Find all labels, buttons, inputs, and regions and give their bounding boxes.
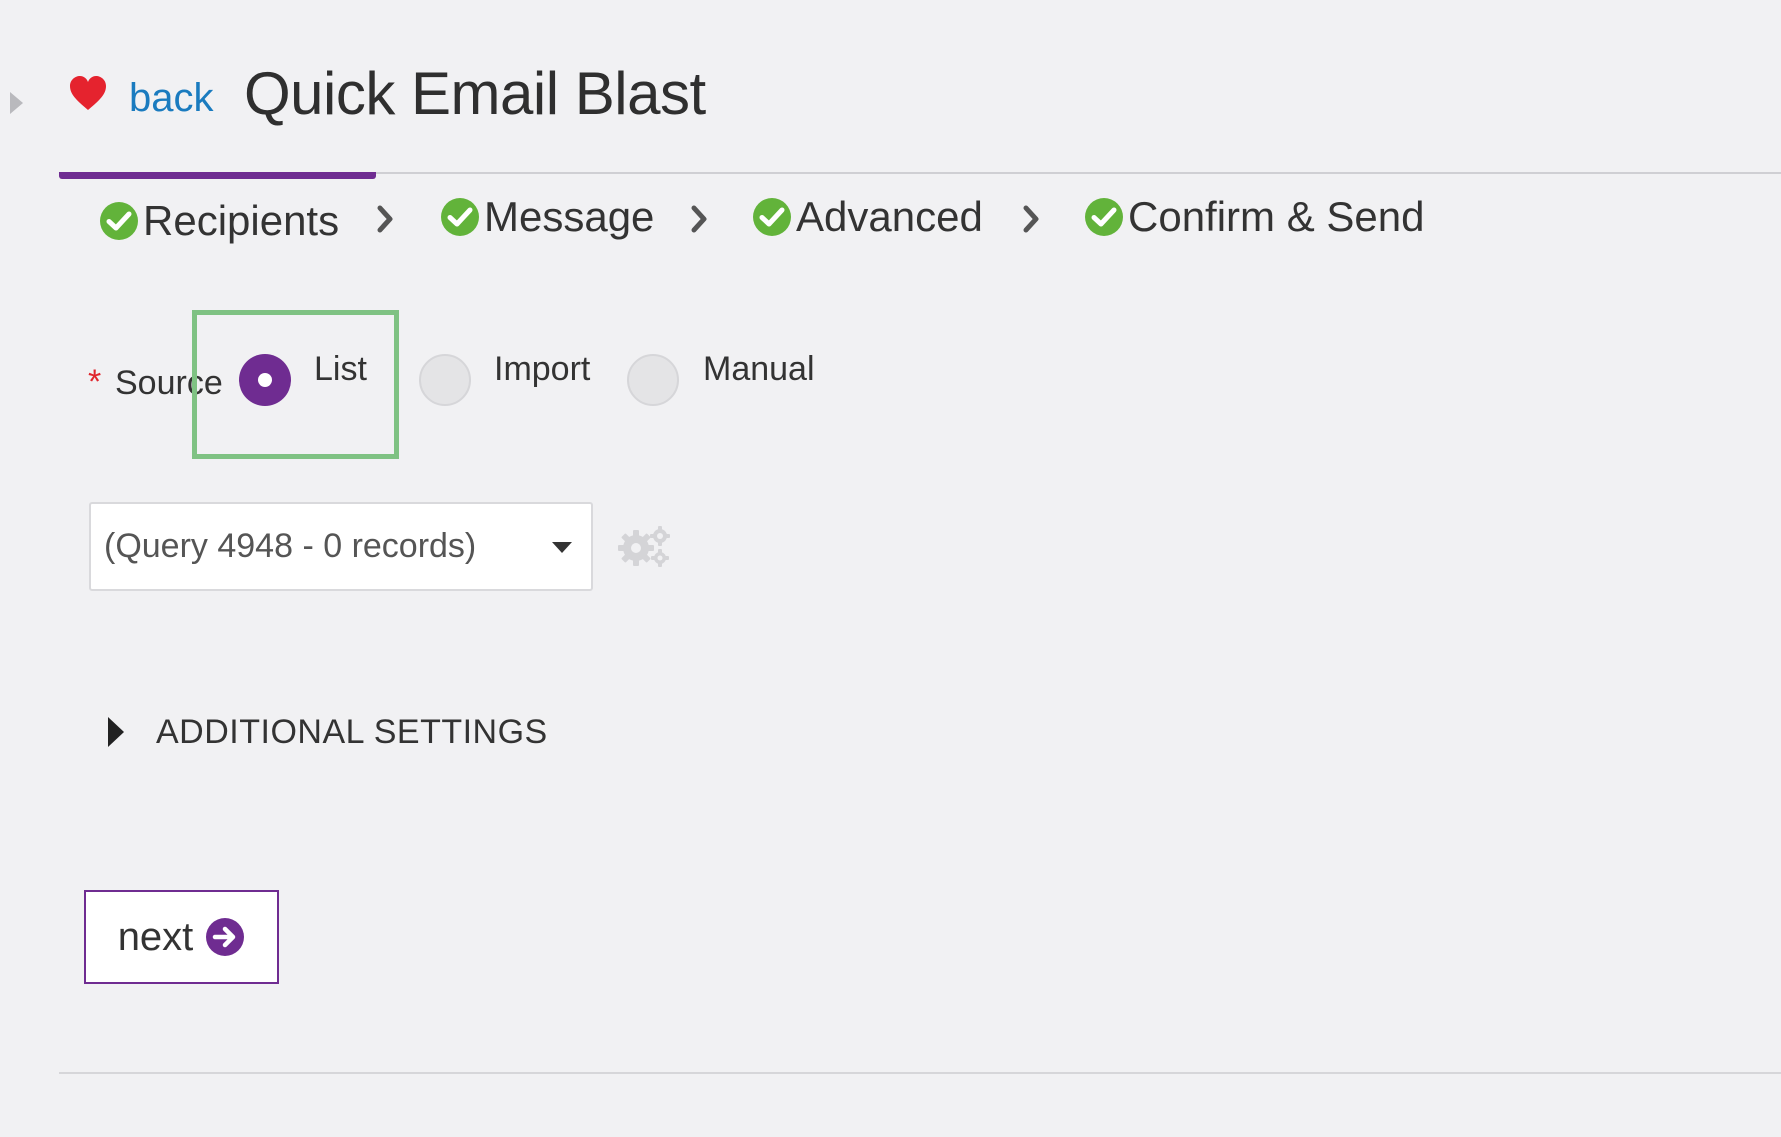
step-label: Confirm & Send (1128, 193, 1425, 240)
step-label: Message (484, 193, 655, 240)
check-circle-icon (441, 198, 479, 236)
source-label: Source (115, 364, 223, 402)
heart-icon[interactable] (68, 74, 108, 114)
radio-label-manual[interactable]: Manual (703, 349, 815, 389)
additional-settings-label: ADDITIONAL SETTINGS (156, 713, 548, 751)
check-circle-icon (1085, 198, 1123, 236)
chevron-right-icon (691, 205, 707, 233)
radio-label-list[interactable]: List (314, 349, 367, 389)
check-circle-icon (100, 202, 138, 240)
chevron-right-icon (1023, 205, 1039, 233)
chevron-right-icon (377, 205, 393, 233)
step-message[interactable]: Message (440, 192, 654, 242)
radio-import[interactable] (419, 354, 471, 406)
step-recipients[interactable]: Recipients (99, 196, 339, 246)
back-link[interactable]: back (129, 74, 214, 122)
sidebar-toggle-icon[interactable] (10, 92, 23, 114)
active-step-indicator (59, 172, 376, 179)
chevron-down-icon (552, 542, 572, 553)
step-advanced[interactable]: Advanced (752, 192, 983, 242)
required-indicator: * (88, 363, 102, 401)
footer-divider (59, 1072, 1781, 1074)
list-select[interactable]: (Query 4948 - 0 records) (89, 502, 593, 591)
focus-highlight (192, 310, 399, 459)
next-button-label: next (117, 915, 194, 959)
check-circle-icon (753, 198, 791, 236)
caret-right-icon (108, 717, 124, 747)
step-label: Recipients (143, 197, 340, 244)
step-confirm-send[interactable]: Confirm & Send (1084, 192, 1424, 242)
radio-manual[interactable] (627, 354, 679, 406)
arrow-right-circle-icon (206, 918, 245, 956)
list-select-value: (Query 4948 - 0 records) (104, 527, 477, 565)
gears-icon[interactable] (616, 524, 672, 570)
step-label: Advanced (796, 193, 983, 240)
radio-label-import[interactable]: Import (494, 349, 590, 389)
next-button[interactable]: next (84, 890, 279, 984)
additional-settings-toggle[interactable]: ADDITIONAL SETTINGS (108, 712, 548, 752)
page-title: Quick Email Blast (244, 60, 706, 127)
radio-list[interactable] (239, 354, 291, 406)
